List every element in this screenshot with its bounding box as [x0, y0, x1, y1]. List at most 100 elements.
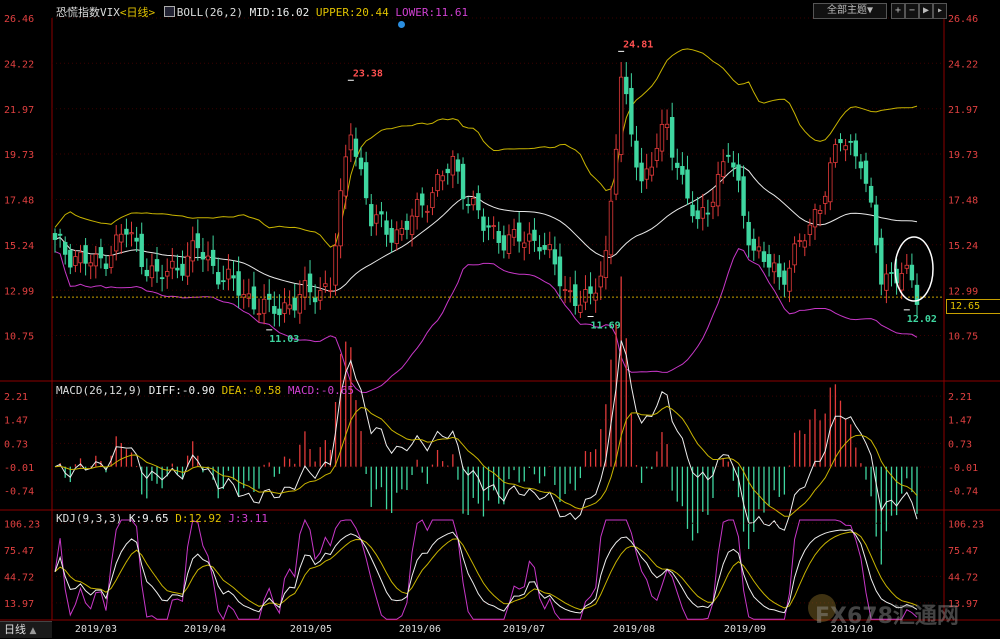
play-icon[interactable]: ▶	[919, 3, 933, 19]
macd-header: MACD(26,12,9) DIFF:-0.90 DEA:-0.58 MACD:…	[56, 384, 354, 397]
candle	[343, 156, 348, 197]
candle	[323, 283, 328, 287]
candle	[261, 298, 267, 314]
candle	[226, 268, 231, 280]
y-tick-label-right: 10.75	[948, 332, 978, 343]
candle	[705, 212, 711, 215]
candle	[52, 233, 58, 240]
candle	[761, 251, 767, 262]
candle	[379, 211, 384, 215]
candle	[792, 243, 797, 266]
candle	[384, 220, 389, 235]
x-tick-label: 2019/08	[613, 624, 655, 635]
candle	[802, 240, 807, 248]
candle	[338, 190, 343, 247]
candle	[134, 237, 139, 242]
candle	[578, 304, 583, 313]
macd-dea-line	[54, 405, 918, 517]
candle	[853, 140, 858, 157]
period-tab[interactable]: 日线 ▲	[0, 621, 52, 638]
candle	[399, 228, 405, 235]
candle	[879, 237, 884, 285]
candle	[685, 169, 690, 199]
zoom-out-icon[interactable]: −	[905, 3, 919, 19]
price-annotation: 24.81	[623, 39, 653, 50]
candle	[583, 289, 588, 303]
forward-icon[interactable]: ▸	[933, 3, 947, 19]
candle	[445, 168, 450, 174]
candle	[149, 265, 155, 279]
theme-dropdown-button[interactable]: 全部主题▼	[813, 3, 887, 19]
candle	[170, 260, 175, 269]
candle	[491, 225, 496, 228]
candle	[414, 199, 420, 217]
candle	[527, 233, 532, 242]
candle	[139, 233, 144, 267]
candle	[833, 144, 838, 163]
macd-name: MACD(26,12,9)	[56, 384, 143, 397]
candle	[287, 304, 292, 310]
candle	[277, 308, 282, 316]
y-tick-label-left: 12.99	[4, 286, 34, 297]
candle	[358, 157, 364, 170]
candle	[532, 229, 537, 241]
candle	[302, 280, 308, 298]
candle	[114, 234, 119, 252]
y-tick-label-right: 75.47	[948, 546, 978, 557]
candle	[63, 241, 68, 255]
event-marker-icon[interactable]	[398, 21, 405, 28]
vix-chart-canvas[interactable]: 10.75 10.75 12.99 12.99 15.24 15.24 17.48 17.48…	[0, 0, 1000, 638]
last-price-tag: 12.65	[946, 299, 1000, 314]
candle	[567, 290, 573, 293]
y-tick-label-right: 19.73	[948, 150, 978, 161]
candle	[838, 139, 843, 144]
candle	[731, 162, 736, 168]
candle	[430, 192, 435, 209]
candle	[425, 210, 430, 213]
kdj-name: KDJ(9,3,3)	[56, 512, 123, 525]
candle	[144, 269, 150, 277]
candle	[231, 275, 236, 279]
macd-diff-line	[54, 340, 918, 531]
candle	[195, 233, 201, 249]
candle	[522, 242, 527, 248]
y-tick-label-right: 2.21	[948, 392, 972, 403]
y-tick-label-left: 13.97	[4, 599, 34, 610]
candle	[68, 249, 73, 268]
candle	[629, 87, 634, 135]
macd-value: MACD:-0.65	[287, 384, 355, 397]
candle	[873, 204, 879, 246]
kdj-header: KDJ(9,3,3) K:9.65 D:12.92 J:3.11	[56, 512, 268, 525]
period-label[interactable]: <日线>	[120, 6, 155, 19]
y-tick-label-left: 19.73	[4, 150, 34, 161]
candle	[460, 163, 466, 200]
zoom-in-icon[interactable]: +	[891, 3, 905, 19]
candle	[180, 263, 185, 276]
y-tick-label-left: 106.23	[4, 519, 40, 530]
candle	[542, 245, 547, 250]
candle	[292, 297, 297, 311]
period-tab-label: 日线	[4, 623, 26, 636]
candle	[57, 233, 63, 236]
boll-label: BOLL(26,2)	[176, 6, 243, 19]
x-tick-label: 2019/05	[290, 624, 332, 635]
candle	[353, 138, 359, 157]
candle	[680, 166, 685, 175]
candle	[185, 255, 190, 277]
candle	[562, 289, 568, 292]
candle	[807, 224, 813, 235]
candle	[720, 161, 726, 177]
candle	[639, 162, 644, 182]
candle	[159, 277, 165, 280]
candle	[751, 238, 756, 251]
candle	[210, 249, 216, 266]
candle	[221, 280, 226, 283]
candle	[909, 264, 915, 281]
boll-settings-icon[interactable]	[163, 6, 175, 17]
boll-upper-line	[54, 48, 918, 248]
kdj-d-line	[54, 531, 918, 611]
y-tick-label-left: -0.74	[4, 486, 34, 497]
candle	[394, 229, 399, 244]
candle	[644, 168, 649, 180]
y-tick-label-left: 24.22	[4, 59, 34, 70]
